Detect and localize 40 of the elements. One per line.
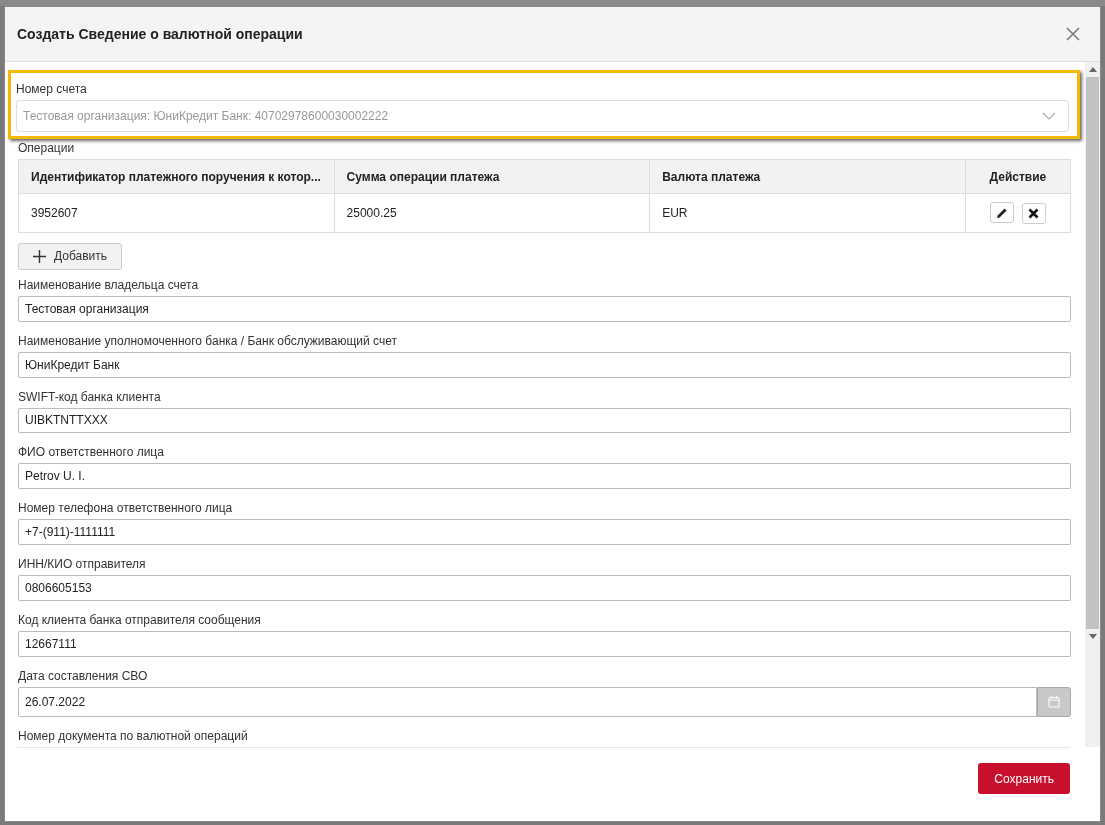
delete-button[interactable] [1021,202,1046,224]
field-label: Код клиента банка отправителя сообщения [18,613,262,628]
field-label: SWIFT-код банка клиента [18,389,162,404]
edit-button[interactable] [990,202,1015,224]
save-button[interactable]: Сохранить [978,763,1070,794]
column-header: Сумма операции платежа [334,159,650,194]
field-label: Номер счета [16,82,88,96]
column-header: Действие [965,159,1071,194]
date-field[interactable]: 26.07.2022 [18,687,1037,717]
calendar-icon [1048,695,1060,709]
input-field[interactable]: ЮниКредит Банк [18,351,1071,378]
table-cell: 3952607 [18,193,335,233]
table-cell: EUR [649,193,966,233]
section-label: Операции [18,141,76,155]
input-field[interactable]: UIBKTNTTXXX [18,407,1071,434]
add-button[interactable]: Добавить [18,243,123,270]
table-cell: 25000.25 [334,193,650,233]
input-field[interactable]: 0806605153 [18,575,1071,602]
chevron-down-icon [1042,112,1056,120]
scrollbar[interactable] [1085,62,1100,747]
input-field[interactable]: Petrov U. I. [18,463,1071,490]
plus-icon [33,249,46,263]
column-header: Валюта платежа [649,159,966,194]
scroll-up-icon[interactable] [1088,67,1097,72]
pencil-icon [996,206,1009,219]
close-icon[interactable] [1066,27,1080,41]
input-field[interactable]: 12667111 [18,631,1071,657]
column-header: Идентификатор платежного поручения к котор... [18,159,335,194]
field-label: Дата составления СВО [18,669,149,683]
field-label: ИНН/КИО отправителя [18,557,147,572]
field-label: Номер телефона ответственного лица [18,501,234,516]
field-label: Наименование владельца счета [18,277,200,292]
field-label: Номер документа по валютной операций [18,729,249,743]
field-label: ФИО ответственного лица [18,445,165,460]
close-icon [1028,207,1040,219]
dialog-title: Создать Сведение о валютной операции [17,26,303,42]
scroll-down-icon[interactable] [1088,634,1097,639]
field-label: Наименование уполномоченного банка / Банк обслуживающий счет [18,333,398,348]
input-field[interactable]: Тестовая организация [18,295,1071,322]
input-field[interactable]: +7-(911)-1111111 [18,519,1071,546]
